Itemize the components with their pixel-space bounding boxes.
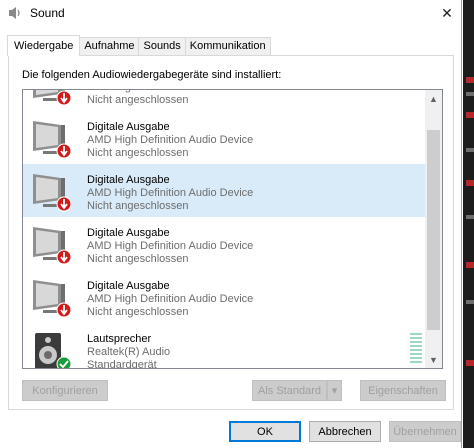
tab-playback[interactable]: Wiedergabe [7,35,81,56]
device-status: Nicht angeschlossen [87,306,189,318]
cancel-button[interactable]: Abbrechen [309,421,381,442]
device-driver: Realtek(R) Audio [87,346,171,358]
device-status: Nicht angeschlossen [87,253,189,265]
chevron-down-icon: ▾ [331,385,338,397]
device-status: Nicht angeschlossen [87,94,189,106]
speaker-app-icon [8,6,22,20]
window-title: Sound [30,6,65,20]
intro-text: Die folgenden Audiowiedergabegeräte sind… [22,69,282,81]
device-name: Digitale Ausgabe [87,174,170,186]
tab-sounds[interactable]: Sounds [138,37,186,56]
device-row[interactable]: Lautsprecher Realtek(R) Audio Standardgerä… [23,323,427,369]
playback-panel: Die folgenden Audiowiedergabegeräte sind… [8,55,454,410]
device-status: Nicht angeschlossen [87,200,189,212]
close-icon: ✕ [441,5,453,21]
configure-button[interactable]: Konfigurieren [22,380,108,401]
device-name: Lautsprecher [87,333,152,345]
scroll-thumb[interactable] [427,130,440,330]
set-default-button[interactable]: Als Standard [252,380,327,401]
monitor-icon [31,225,72,265]
device-row[interactable]: Digitale AusgabeAMD High Definition Audi… [23,90,427,111]
apply-button[interactable]: Übernehmen [389,421,461,442]
background-window-edge [463,0,474,448]
monitor-icon [31,119,72,159]
scroll-up-icon[interactable]: ▲ [425,90,442,107]
volume-level-meter [410,333,422,367]
scroll-down-icon[interactable]: ▼ [425,351,442,368]
monitor-icon [31,90,72,106]
title-bar: Sound ✕ [0,0,462,27]
device-name: Digitale Ausgabe [87,227,170,239]
set-default-dropdown[interactable]: ▾ [327,380,342,401]
monitor-icon [31,278,72,318]
sound-dialog: Sound ✕ Wiedergabe Aufnahme Sounds Kommu… [0,0,462,448]
device-name: Digitale Ausgabe [87,121,170,133]
close-button[interactable]: ✕ [432,0,462,27]
device-status: Standardgerät [87,359,157,369]
device-driver: AMD High Definition Audio Device [87,187,254,199]
device-row[interactable]: Digitale AusgabeAMD High Definition Audi… [23,111,427,164]
properties-button[interactable]: Eigenschaften [360,380,446,401]
device-driver: AMD High Definition Audio Device [87,293,254,305]
tab-communication[interactable]: Kommunikation [184,37,271,56]
device-driver: AMD High Definition Audio Device [87,134,254,146]
monitor-icon [31,172,72,212]
ok-button[interactable]: OK [229,421,301,442]
device-rows: Digitale AusgabeAMD High Definition Audi… [23,90,427,369]
device-name: Digitale Ausgabe [87,280,170,292]
tab-recording[interactable]: Aufnahme [79,37,140,56]
device-driver: AMD High Definition Audio Device [87,240,254,252]
device-row[interactable]: Digitale AusgabeAMD High Definition Audi… [23,270,427,323]
vertical-scrollbar[interactable]: ▲ ▼ [425,90,442,368]
speaker-icon [31,331,72,368]
device-row[interactable]: Digitale AusgabeAMD High Definition Audi… [23,164,427,217]
device-row[interactable]: Digitale AusgabeAMD High Definition Audi… [23,217,427,270]
tab-strip: Wiedergabe Aufnahme Sounds Kommunikation [7,35,271,56]
device-list[interactable]: Digitale AusgabeAMD High Definition Audi… [22,89,443,369]
device-status: Nicht angeschlossen [87,147,189,159]
device-driver: AMD High Definition Audio Device [87,90,253,93]
